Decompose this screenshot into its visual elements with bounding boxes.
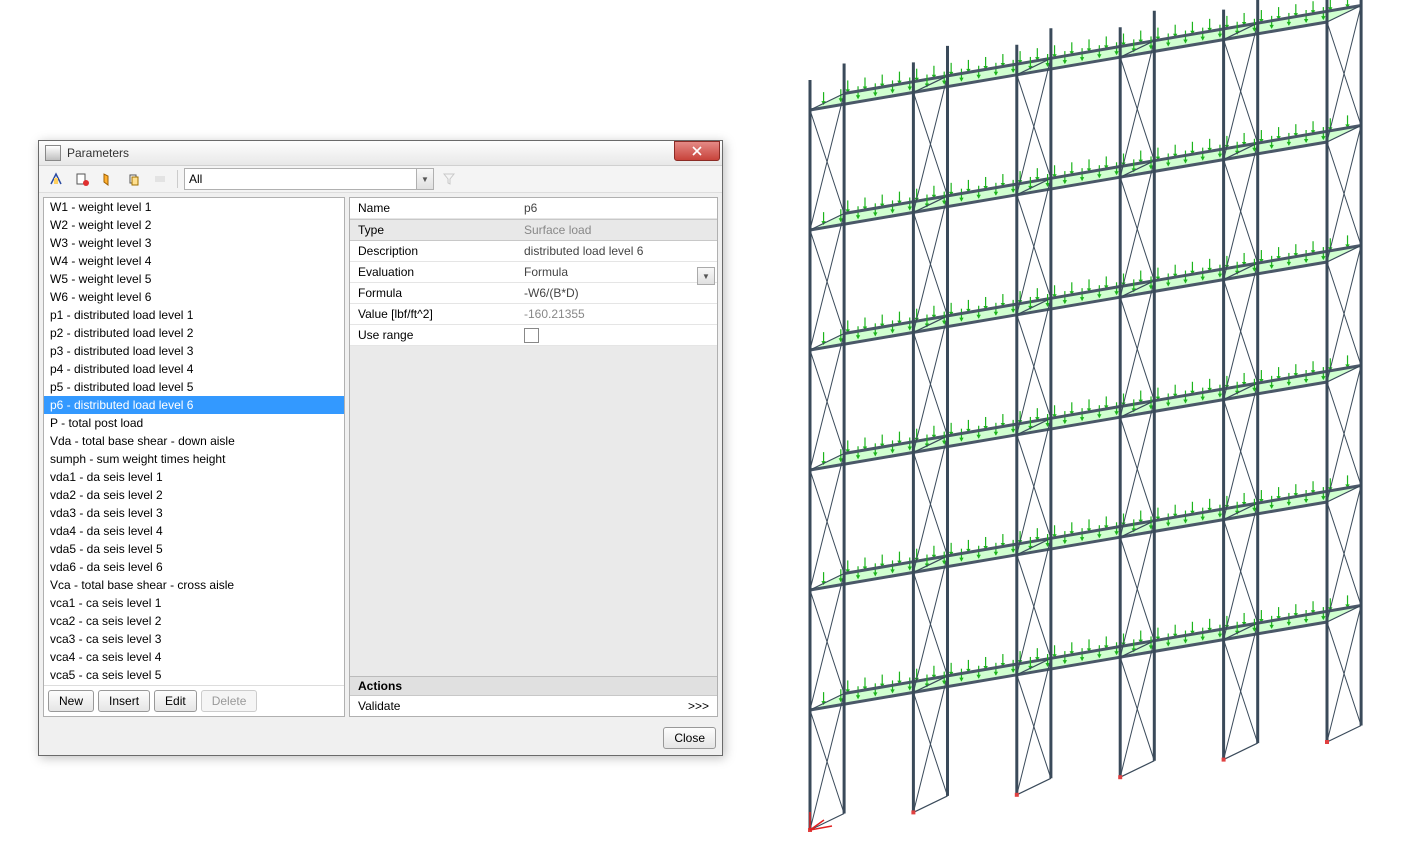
new-button[interactable]: New: [48, 690, 94, 712]
list-item[interactable]: p3 - distributed load level 3: [44, 342, 344, 360]
list-item[interactable]: W4 - weight level 4: [44, 252, 344, 270]
list-item[interactable]: vda5 - da seis level 5: [44, 540, 344, 558]
more-indicator: >>>: [688, 699, 709, 713]
prop-desc-label: Description: [350, 244, 518, 258]
list-item[interactable]: vca4 - ca seis level 4: [44, 648, 344, 666]
parameter-list-panel: W1 - weight level 1W2 - weight level 2W3…: [43, 197, 345, 717]
parameters-dialog: Parameters All ▼ W1 - weight level 1W2 -…: [38, 140, 723, 756]
prop-value-label: Value [lbf/ft^2]: [350, 307, 518, 321]
app-icon: [45, 145, 61, 161]
prop-formula[interactable]: Formula -W6/(B*D): [350, 283, 717, 304]
insert-button[interactable]: Insert: [98, 690, 150, 712]
dropdown-arrow-icon[interactable]: ▼: [697, 267, 715, 285]
close-dialog-button[interactable]: Close: [663, 727, 716, 749]
list-item[interactable]: vda4 - da seis level 4: [44, 522, 344, 540]
list-item[interactable]: vca3 - ca seis level 3: [44, 630, 344, 648]
prop-name[interactable]: Name p6: [350, 198, 717, 219]
list-item[interactable]: W1 - weight level 1: [44, 198, 344, 216]
actions-section: Actions Validate >>>: [350, 676, 717, 716]
prop-formula-label: Formula: [350, 286, 518, 300]
tb-paste-icon[interactable]: [123, 168, 145, 190]
list-item[interactable]: p1 - distributed load level 1: [44, 306, 344, 324]
prop-eval-label: Evaluation: [350, 265, 518, 279]
list-item[interactable]: vda1 - da seis level 1: [44, 468, 344, 486]
prop-type-value: Surface load: [518, 223, 717, 237]
list-item[interactable]: vda2 - da seis level 2: [44, 486, 344, 504]
list-item[interactable]: vca2 - ca seis level 2: [44, 612, 344, 630]
list-item[interactable]: Vda - total base shear - down aisle: [44, 432, 344, 450]
prop-type-label: Type: [350, 223, 518, 237]
list-item[interactable]: vda6 - da seis level 6: [44, 558, 344, 576]
filter-dropdown[interactable]: All ▼: [184, 168, 434, 190]
rack-structure: [780, 0, 1400, 849]
validate-label: Validate: [358, 699, 400, 713]
toolbar: All ▼: [39, 166, 722, 193]
list-item[interactable]: sumph - sum weight times height: [44, 450, 344, 468]
use-range-checkbox[interactable]: [524, 328, 539, 343]
dropdown-arrow-icon: ▼: [416, 169, 433, 189]
prop-value-value: -160.21355: [518, 307, 717, 321]
list-item[interactable]: vca1 - ca seis level 1: [44, 594, 344, 612]
dialog-footer: Close: [39, 721, 722, 755]
list-item[interactable]: Vca - total base shear - cross aisle: [44, 576, 344, 594]
list-item[interactable]: p5 - distributed load level 5: [44, 378, 344, 396]
titlebar: Parameters: [39, 141, 722, 166]
close-icon: [692, 146, 702, 156]
delete-button: Delete: [201, 690, 258, 712]
prop-formula-value: -W6/(B*D): [518, 286, 717, 300]
filter-funnel-icon[interactable]: [438, 168, 460, 190]
prop-range-label: Use range: [350, 328, 518, 342]
list-item[interactable]: vca5 - ca seis level 5: [44, 666, 344, 684]
list-footer: New Insert Edit Delete: [44, 685, 344, 716]
parameter-list[interactable]: W1 - weight level 1W2 - weight level 2W3…: [44, 198, 344, 685]
list-item[interactable]: p2 - distributed load level 2: [44, 324, 344, 342]
tb-copy-icon[interactable]: [97, 168, 119, 190]
prop-description[interactable]: Description distributed load level 6: [350, 241, 717, 262]
close-button[interactable]: [674, 141, 720, 161]
prop-value: Value [lbf/ft^2] -160.21355: [350, 304, 717, 325]
dialog-title: Parameters: [67, 146, 674, 160]
tb-disabled-icon: [149, 168, 171, 190]
prop-type: Type Surface load: [350, 219, 717, 241]
list-item[interactable]: W3 - weight level 3: [44, 234, 344, 252]
properties-panel: Name p6 Type Surface load Description di…: [349, 197, 718, 717]
list-item[interactable]: p4 - distributed load level 4: [44, 360, 344, 378]
validate-action[interactable]: Validate >>>: [350, 696, 717, 716]
list-item[interactable]: W2 - weight level 2: [44, 216, 344, 234]
prop-evaluation[interactable]: Evaluation Formula▼: [350, 262, 717, 283]
list-item[interactable]: W5 - weight level 5: [44, 270, 344, 288]
prop-name-label: Name: [350, 201, 518, 215]
tb-import-icon[interactable]: [45, 168, 67, 190]
edit-button[interactable]: Edit: [154, 690, 197, 712]
list-item[interactable]: vda3 - da seis level 3: [44, 504, 344, 522]
prop-range-value: [518, 328, 717, 343]
list-item[interactable]: W6 - weight level 6: [44, 288, 344, 306]
prop-name-value: p6: [518, 201, 717, 215]
toolbar-separator: [177, 170, 178, 188]
model-viewport[interactable]: [780, 0, 1400, 849]
prop-eval-value: Formula▼: [518, 265, 717, 279]
prop-desc-value: distributed load level 6: [518, 244, 717, 258]
tb-add-icon[interactable]: [71, 168, 93, 190]
list-item[interactable]: p6 - distributed load level 6: [44, 396, 344, 414]
filter-value: All: [189, 172, 202, 186]
actions-header: Actions: [350, 677, 717, 696]
list-item[interactable]: P - total post load: [44, 414, 344, 432]
prop-use-range[interactable]: Use range: [350, 325, 717, 346]
